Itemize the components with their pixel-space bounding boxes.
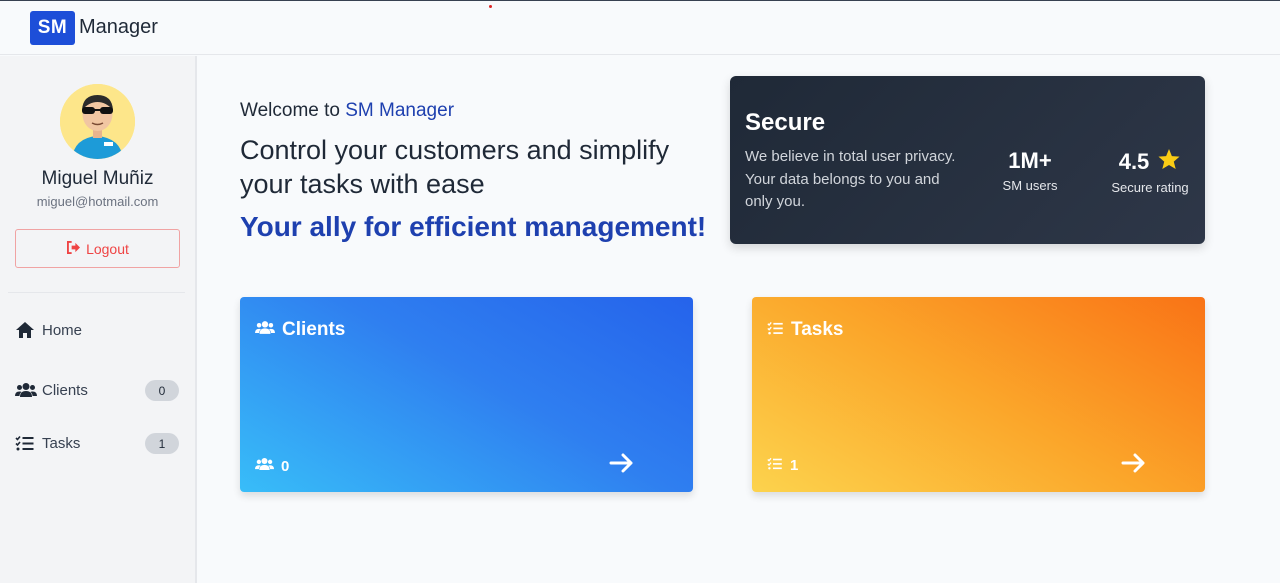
secure-card-title: Secure	[745, 109, 826, 136]
secure-card-description: We believe in total user privacy. Your d…	[745, 148, 956, 210]
sidebar-item-home[interactable]: Home	[15, 315, 180, 345]
clients-card-title: Clients	[282, 319, 346, 340]
star-icon	[1157, 148, 1181, 176]
sidebar-item-tasks[interactable]: Tasks 1	[15, 428, 180, 458]
tasks-card-header: Tasks	[767, 319, 843, 341]
stat-rating: 4.5 Secure rating	[1102, 148, 1198, 195]
secure-info-card: Secure We believe in total user privacy.…	[730, 76, 1205, 244]
tasks-list-icon	[767, 319, 784, 341]
welcome-text: Welcome to SM Manager	[240, 100, 454, 122]
sidebar-divider	[8, 292, 185, 293]
user-email: miguel@hotmail.com	[36, 194, 159, 209]
page-headline: Control your customers and simplify your…	[240, 135, 670, 199]
sidebar-item-label: Home	[42, 321, 83, 339]
user-name: Miguel Muñiz	[41, 168, 154, 189]
clients-card-footer: 0	[255, 457, 289, 475]
avatar	[60, 84, 135, 159]
stat-users-label: SM users	[1002, 178, 1058, 193]
users-icon	[255, 319, 275, 341]
stat-users: 1M+ SM users	[992, 148, 1068, 193]
clients-card-count: 0	[281, 457, 290, 475]
clients-card[interactable]: Clients 0	[240, 297, 693, 492]
top-navbar: SM Manager	[0, 0, 1280, 55]
stat-rating-number: 4.5	[1118, 149, 1150, 174]
red-dot-marker	[489, 5, 492, 8]
logout-label: Logout	[86, 240, 129, 257]
clients-card-header: Clients	[255, 319, 345, 341]
sign-out-icon	[66, 240, 81, 257]
stat-rating-value: 4.5	[1102, 148, 1198, 176]
home-icon	[15, 321, 37, 339]
app-name: Manager	[79, 16, 158, 38]
tasks-card[interactable]: Tasks 1	[752, 297, 1205, 492]
arrow-right-icon[interactable]	[1121, 453, 1147, 478]
tasks-count-badge: 1	[145, 433, 179, 454]
tasks-card-title: Tasks	[791, 319, 844, 340]
welcome-prefix: Welcome to	[240, 100, 346, 121]
clients-count-badge: 0	[145, 380, 179, 401]
tasks-list-icon	[767, 457, 783, 474]
sidebar: Miguel Muñiz miguel@hotmail.com Logout H…	[0, 56, 197, 583]
users-icon	[15, 382, 37, 398]
sidebar-item-label: Clients	[42, 381, 88, 399]
arrow-right-icon[interactable]	[609, 453, 635, 478]
sidebar-item-clients[interactable]: Clients 0	[15, 375, 180, 405]
logout-button[interactable]: Logout	[15, 229, 180, 268]
users-icon	[255, 457, 274, 475]
tasks-card-count: 1	[790, 457, 799, 474]
tasks-card-footer: 1	[767, 457, 798, 474]
stat-users-value: 1M+	[1008, 148, 1052, 173]
stat-rating-label: Secure rating	[1111, 180, 1189, 195]
page-tagline: Your ally for efficient management!	[240, 211, 707, 242]
sidebar-item-label: Tasks	[42, 434, 81, 452]
welcome-brand: SM Manager	[345, 100, 455, 121]
app-logo[interactable]: SM	[30, 10, 75, 45]
tasks-list-icon	[15, 435, 37, 451]
